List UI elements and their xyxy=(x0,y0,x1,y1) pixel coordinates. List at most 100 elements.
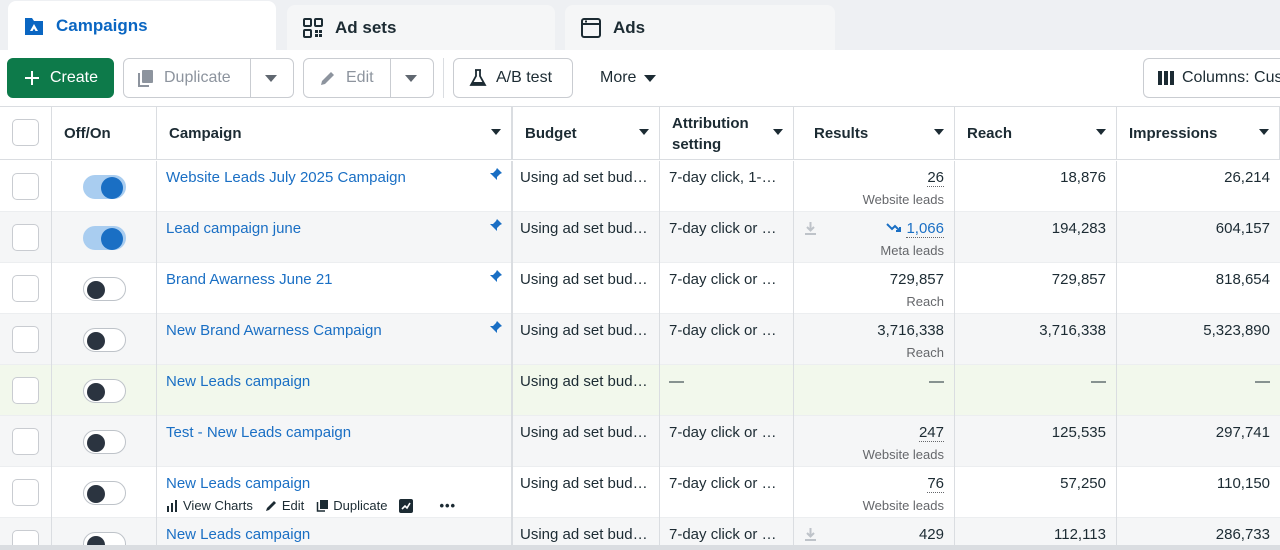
insights-action[interactable] xyxy=(399,498,417,513)
results-type: Website leads xyxy=(862,498,944,513)
results-line: 76 xyxy=(927,475,944,493)
campaign-toggle[interactable] xyxy=(83,379,126,403)
toggle-cell xyxy=(52,314,157,365)
pin-icon[interactable] xyxy=(489,320,503,338)
results-line: 26 xyxy=(927,169,944,187)
campaign-toggle[interactable] xyxy=(83,277,126,301)
impressions-cell: 26,214 xyxy=(1117,161,1280,212)
results-value[interactable]: 76 xyxy=(927,475,944,493)
edit-button[interactable]: Edit xyxy=(303,58,434,98)
row-checkbox[interactable] xyxy=(12,173,39,200)
horizontal-scrollbar[interactable] xyxy=(0,545,1280,550)
tab-ad-sets[interactable]: Ad sets xyxy=(287,5,555,50)
header-attribution[interactable]: Attribution setting xyxy=(660,107,794,160)
header-label: Off/On xyxy=(64,125,111,142)
row-checkbox[interactable] xyxy=(12,224,39,251)
row-checkbox[interactable] xyxy=(12,275,39,302)
pin-icon[interactable] xyxy=(489,167,503,185)
attribution-cell: 7-day click or 1-day view xyxy=(660,263,794,314)
results-cell: 3,716,338 Reach xyxy=(794,314,955,365)
view-charts-action[interactable]: View Charts xyxy=(166,498,253,513)
create-button[interactable]: Create xyxy=(7,58,114,98)
chevron-down-icon[interactable] xyxy=(265,75,277,82)
reach-cell: 729,857 xyxy=(955,263,1117,314)
toolbar-divider xyxy=(443,58,444,98)
attribution-cell: 7-day click or 1-day view xyxy=(660,467,794,518)
edit-action[interactable]: Edit xyxy=(265,498,304,513)
chevron-down-icon[interactable] xyxy=(405,75,417,82)
tab-ads[interactable]: Ads xyxy=(565,5,835,50)
campaign-name-link[interactable]: Website Leads July 2025 Campaign xyxy=(166,169,481,186)
tab-campaigns[interactable]: Campaigns xyxy=(8,1,276,50)
impressions-value: 297,741 xyxy=(1215,424,1270,441)
campaign-name-link[interactable]: New Leads campaign xyxy=(166,526,481,543)
download-icon[interactable] xyxy=(804,527,817,545)
header-budget[interactable]: Budget xyxy=(513,107,660,160)
flask-icon xyxy=(468,69,488,87)
budget-value: Using ad set budget xyxy=(520,169,651,186)
sort-caret-icon[interactable] xyxy=(773,129,783,135)
ab-test-button[interactable]: A/B test xyxy=(453,58,573,98)
reach-cell: 3,716,338 xyxy=(955,314,1117,365)
download-icon[interactable] xyxy=(804,221,817,239)
table-row[interactable]: Brand Awarness June 21 Using ad set budge… xyxy=(0,263,1280,314)
row-checkbox[interactable] xyxy=(12,377,39,404)
header-label: Reach xyxy=(967,125,1013,142)
columns-button[interactable]: Columns: Cus xyxy=(1143,58,1280,98)
campaigns-table: Off/On Campaign Budget Attribution setti… xyxy=(0,107,1280,550)
duplicate-button[interactable]: Duplicate xyxy=(123,58,294,98)
pencil-icon xyxy=(318,69,338,87)
duplicate-action[interactable]: Duplicate xyxy=(316,498,387,513)
row-checkbox[interactable] xyxy=(12,479,39,506)
more-button[interactable]: More xyxy=(600,58,657,98)
pin-icon[interactable] xyxy=(489,218,503,236)
action-label: View Charts xyxy=(183,498,253,513)
budget-cell: Using ad set budget xyxy=(513,365,660,416)
table-row[interactable]: New Brand Awarness Campaign Using ad set … xyxy=(0,314,1280,365)
pin-icon[interactable] xyxy=(489,269,503,287)
campaign-toggle[interactable] xyxy=(83,481,126,505)
row-checkbox[interactable] xyxy=(12,428,39,455)
results-value[interactable]: 247 xyxy=(918,424,944,442)
table-row[interactable]: New Leads campaign View Charts Edit Duplica… xyxy=(0,467,1280,518)
toggle-knob xyxy=(87,434,105,452)
header-results[interactable]: Results xyxy=(794,107,955,160)
header-label: setting xyxy=(672,135,722,153)
header-impressions[interactable]: Impressions xyxy=(1117,107,1280,160)
table-row[interactable]: Test - New Leads campaign Using ad set bu… xyxy=(0,416,1280,467)
sort-caret-icon[interactable] xyxy=(1259,129,1269,135)
campaign-name-link[interactable]: New Leads campaign xyxy=(166,373,481,390)
more-options-icon[interactable]: ••• xyxy=(439,498,456,513)
row-checkbox[interactable] xyxy=(12,326,39,353)
campaign-toggle[interactable] xyxy=(83,226,126,250)
attribution-cell: 7-day click or 1-day view xyxy=(660,416,794,467)
header-campaign[interactable]: Campaign xyxy=(157,107,513,160)
results-value[interactable]: 26 xyxy=(927,169,944,187)
campaign-toggle[interactable] xyxy=(83,328,126,352)
campaign-name-link[interactable]: Lead campaign june xyxy=(166,220,481,237)
impressions-value: — xyxy=(1255,373,1270,390)
campaign-name-link[interactable]: New Leads campaign xyxy=(166,475,481,492)
table-row[interactable]: New Leads campaign Using ad set budget — — —… xyxy=(0,365,1280,416)
campaign-toggle[interactable] xyxy=(83,430,126,454)
campaign-name-link[interactable]: Brand Awarness June 21 xyxy=(166,271,481,288)
sort-caret-icon[interactable] xyxy=(1096,129,1106,135)
campaign-name-link[interactable]: Test - New Leads campaign xyxy=(166,424,481,441)
toggle-knob xyxy=(87,281,105,299)
campaign-toggle[interactable] xyxy=(83,175,126,199)
table-row[interactable]: Lead campaign june Using ad set budget 7-d… xyxy=(0,212,1280,263)
header-reach[interactable]: Reach xyxy=(955,107,1117,160)
budget-cell: Using ad set budget xyxy=(513,416,660,467)
impressions-value: 604,157 xyxy=(1215,220,1270,237)
sort-caret-icon[interactable] xyxy=(639,129,649,135)
sort-caret-icon[interactable] xyxy=(491,129,501,135)
sort-caret-icon[interactable] xyxy=(934,129,944,135)
select-all-checkbox[interactable] xyxy=(12,119,39,146)
reach-value: 729,857 xyxy=(1051,271,1106,288)
table-row[interactable]: Website Leads July 2025 Campaign Using ad… xyxy=(0,161,1280,212)
campaign-name-link[interactable]: New Brand Awarness Campaign xyxy=(166,322,481,339)
results-value[interactable]: 1,066 xyxy=(906,220,944,238)
toggle-cell xyxy=(52,416,157,467)
attribution-value: 7-day click or 1-day view xyxy=(669,322,783,339)
toggle-knob xyxy=(87,332,105,350)
